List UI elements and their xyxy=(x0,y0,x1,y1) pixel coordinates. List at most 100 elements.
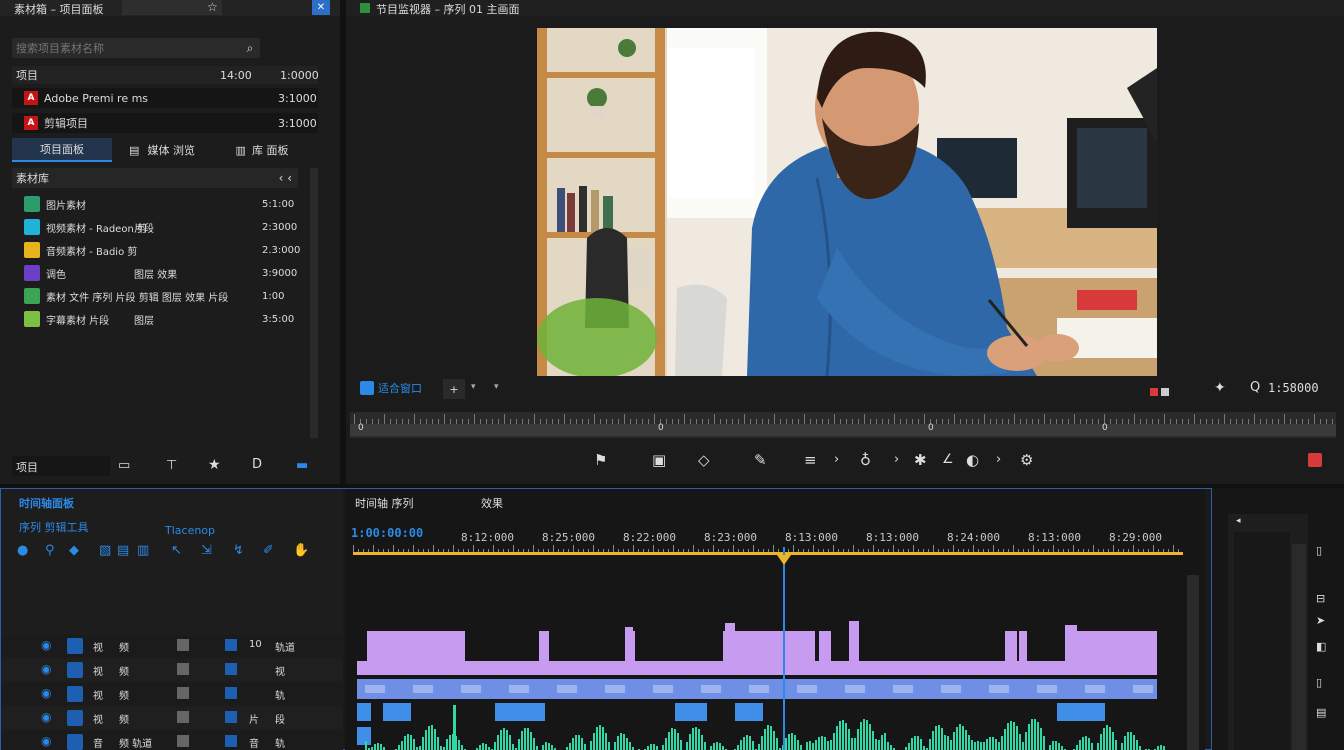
search-field[interactable]: ⌕ xyxy=(12,38,260,58)
monitor-scrubber[interactable]: 0 0 0 0 xyxy=(350,412,1336,438)
lift-icon[interactable]: ♁ xyxy=(860,451,871,469)
timeline-tab[interactable]: 时间轴 序列 xyxy=(355,495,414,511)
video-clip[interactable] xyxy=(1019,631,1027,675)
wrench-icon[interactable]: ✕ xyxy=(312,0,330,15)
search-input[interactable] xyxy=(12,41,240,55)
video-clip[interactable] xyxy=(539,631,549,675)
slip-icon[interactable]: ↯ xyxy=(233,543,244,558)
new-item-icon[interactable]: D xyxy=(252,457,262,472)
work-area-bar[interactable] xyxy=(353,552,1183,555)
arrow-icon[interactable]: ➤ xyxy=(1316,614,1325,627)
chevron-down-icon[interactable]: ▾ xyxy=(494,382,499,392)
track-lock-icon[interactable] xyxy=(177,663,189,675)
track-eye-icon[interactable]: ◉ xyxy=(41,710,51,724)
bin-scrollbar[interactable] xyxy=(310,168,318,438)
record-icon[interactable]: ◧ xyxy=(1316,640,1326,653)
audio-clip[interactable] xyxy=(383,703,411,721)
solo-icon[interactable]: ▯ xyxy=(1316,544,1322,557)
audio-clip[interactable] xyxy=(495,703,545,721)
mark-in-icon[interactable]: ⚑ xyxy=(594,451,607,469)
drop-icon[interactable]: ◇ xyxy=(698,451,710,469)
channel-icon[interactable]: ▯ xyxy=(1316,676,1322,689)
file-list-item[interactable]: 音频素材 - Badio 剪 2.3:000 xyxy=(12,240,302,260)
track-target-icon[interactable] xyxy=(67,662,83,678)
select-icon[interactable]: ↖ xyxy=(171,543,182,558)
sort-icon[interactable]: ⊤ xyxy=(166,458,177,473)
tab-project[interactable]: 项目面板 xyxy=(12,138,112,162)
video-frame[interactable] xyxy=(537,28,1157,376)
track-header[interactable]: ◉ 视 频 轨 xyxy=(1,683,343,705)
tab-libraries[interactable]: ▥ 库 面板 xyxy=(212,138,312,162)
track-sync-icon[interactable] xyxy=(225,639,237,651)
audio-clip[interactable] xyxy=(675,703,707,721)
file-list-item[interactable]: 图片素材 5:1:00 xyxy=(12,194,302,214)
track-eye-icon[interactable]: ◉ xyxy=(41,638,51,652)
insert-icon[interactable]: ≡ xyxy=(804,451,817,469)
chevron-right-icon[interactable]: › xyxy=(834,452,839,467)
magnifier-icon[interactable]: Q xyxy=(1250,380,1260,395)
track-sync-icon[interactable] xyxy=(225,687,237,699)
link-icon[interactable]: ⚲ xyxy=(45,543,55,558)
file-list-item[interactable]: 字幕素材 片段 图层 3:5:00 xyxy=(12,309,302,329)
timeline-ruler[interactable]: 8:12:000 8:25:000 8:22:000 8:23:000 8:13:000… xyxy=(345,525,1185,553)
new-bin-icon[interactable]: ▬ xyxy=(296,458,308,473)
track-header[interactable]: ◉ 视 频 片 段 xyxy=(1,707,343,729)
marker-add-icon[interactable]: ◆ xyxy=(69,543,79,558)
mute-icon[interactable]: ⊟ xyxy=(1316,592,1325,605)
timeline-tab[interactable]: 效果 xyxy=(481,495,503,511)
track-eye-icon[interactable]: ◉ xyxy=(41,662,51,676)
adobe-row[interactable]: A 剪辑项目 3:1000 xyxy=(12,113,318,133)
video-clip[interactable] xyxy=(443,631,465,675)
favorite-icon[interactable]: ★ xyxy=(208,457,221,473)
collapse-icon[interactable]: ‹ ‹ xyxy=(279,171,292,185)
fit-button[interactable]: + xyxy=(443,379,465,399)
track-target-icon[interactable] xyxy=(67,710,83,726)
file-list-item[interactable]: 视频素材 - Radeon 剪片段 2:3000 xyxy=(12,217,302,237)
extract-icon[interactable]: ✱ xyxy=(914,451,927,469)
track-sync-icon[interactable] xyxy=(225,711,237,723)
video-clip[interactable] xyxy=(737,631,815,675)
video-clip[interactable] xyxy=(819,633,827,675)
button-editor-icon[interactable] xyxy=(1308,453,1322,467)
audio-clip[interactable] xyxy=(735,703,763,721)
timeline-scrollbar[interactable] xyxy=(1187,575,1199,750)
video-clip[interactable] xyxy=(725,623,735,675)
track-header[interactable]: ◉ 音 频 轨道 音 轨 xyxy=(1,731,343,750)
playhead-handle[interactable] xyxy=(777,555,791,565)
search-icon[interactable]: ⌕ xyxy=(240,41,260,56)
playhead[interactable] xyxy=(783,547,785,750)
rotate-icon[interactable]: ◐ xyxy=(966,451,979,469)
track-lock-icon[interactable] xyxy=(177,711,189,723)
export-frame-icon[interactable]: ⚙ xyxy=(1020,451,1033,469)
track-eye-icon[interactable]: ◉ xyxy=(41,686,51,700)
edit-icon[interactable]: ✎ xyxy=(754,451,767,469)
razor-icon[interactable]: ▥ xyxy=(137,543,149,558)
captions-icon[interactable]: ▤ xyxy=(117,543,129,558)
video-clip[interactable] xyxy=(419,631,445,675)
pin-icon[interactable]: ◂ xyxy=(1236,516,1241,526)
ripple-icon[interactable]: ⇲ xyxy=(201,543,212,558)
settings-icon[interactable]: ✦ xyxy=(1214,380,1226,396)
star-icon[interactable]: ☆ xyxy=(207,0,218,14)
angle-icon[interactable]: ∠ xyxy=(942,452,954,467)
chevron-right-icon[interactable]: › xyxy=(894,452,899,467)
fader-icon[interactable]: ▤ xyxy=(1316,706,1326,719)
track-target-icon[interactable] xyxy=(67,638,83,654)
file-list-item[interactable]: 调色 图层 效果 3:9000 xyxy=(12,263,302,283)
video-clip[interactable] xyxy=(625,627,633,675)
track-lock-icon[interactable] xyxy=(177,687,189,699)
track-sync-icon[interactable] xyxy=(225,735,237,747)
video-clip[interactable] xyxy=(1065,625,1077,675)
tab-media-browser[interactable]: ▤ 媒体 浏览 xyxy=(112,138,212,162)
chevron-down-icon[interactable]: ▾ xyxy=(471,382,476,392)
audio-clip[interactable] xyxy=(357,727,371,745)
zoom-dropdown[interactable]: 适合窗口 xyxy=(360,380,422,396)
hand-icon[interactable]: ✋ xyxy=(293,543,309,558)
track-header[interactable]: ◉ 视 频 10 轨道 xyxy=(1,635,343,657)
video-clip[interactable] xyxy=(1005,631,1017,675)
adobe-row[interactable]: A Adobe Premi re ms 3:1000 xyxy=(12,88,318,108)
track-target-icon[interactable] xyxy=(67,686,83,702)
video-clip[interactable] xyxy=(389,631,423,675)
marker-icon[interactable] xyxy=(1150,388,1158,396)
track-header[interactable]: ◉ 视 频 视 xyxy=(1,659,343,681)
